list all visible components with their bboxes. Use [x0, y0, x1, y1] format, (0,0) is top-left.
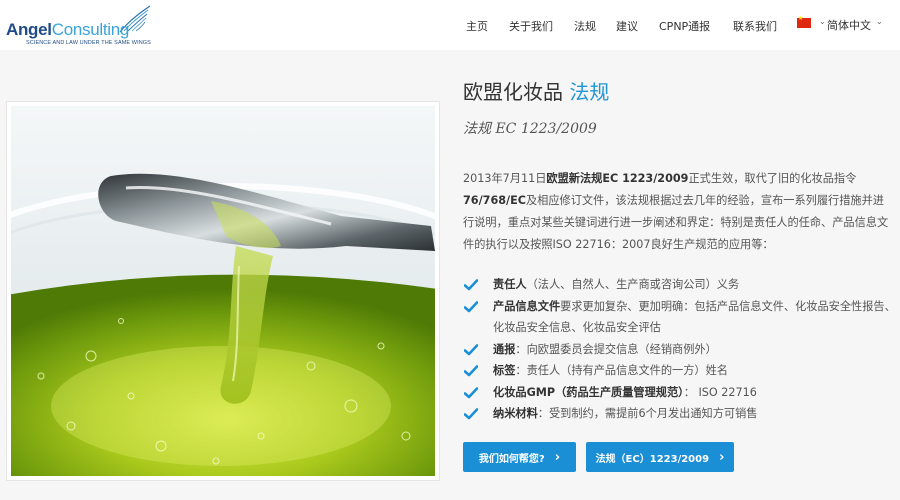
list-item: 责任人（法人、自然人、生产商或咨询公司）义务 [463, 274, 899, 296]
intro-paragraph: 2013年7月11日欧盟新法规EC 1223/2009正式生效，取代了旧的化妆品… [463, 172, 889, 251]
logo-wordmark: AngelConsulting [6, 20, 130, 39]
logo-tagline: SCIENCE AND LAW UNDER THE SAME WINGS [26, 40, 151, 46]
checkmark-icon [464, 365, 478, 377]
nav-item-regulations[interactable]: 法规 [574, 18, 596, 34]
top-bar: AngelConsulting SCIENCE AND LAW UNDER TH… [0, 0, 900, 50]
checkmark-icon [464, 408, 478, 420]
nav-item-about[interactable]: 关于我们 [509, 18, 553, 34]
key-points-list: 责任人（法人、自然人、生产商或咨询公司）义务 产品信息文件要求更加复杂、更加明确… [463, 274, 899, 425]
chevron-down-icon: ⌄ [876, 17, 883, 26]
page-subtitle: 法规 EC 1223/2009 [463, 121, 597, 137]
list-item: 化妆品GMP（药品生产质量管理规范）： ISO 22716 [463, 382, 899, 404]
button-label: 法规（EC）1223/2009 [595, 453, 710, 465]
checkmark-icon [464, 386, 478, 398]
list-item: 产品信息文件要求更加复杂、更加明确：包括产品信息文件、化妆品安全性报告、化妆品安… [463, 296, 899, 339]
list-item: 通报：向欧盟委员会提交信息（经销商例外） [463, 339, 899, 361]
hero-image-frame [6, 101, 440, 481]
chevron-right-icon: › [719, 449, 725, 465]
checkmark-icon [464, 300, 478, 312]
page-title: 欧盟化妆品 法规 [463, 80, 610, 104]
nav-item-contact[interactable]: 联系我们 [733, 18, 777, 34]
button-label: 我们如何帮您? [478, 453, 545, 465]
nav-item-advice[interactable]: 建议 [616, 18, 638, 34]
checkmark-icon [464, 343, 478, 355]
chevron-down-icon: ⌄ [819, 17, 826, 26]
how-can-we-help-button[interactable]: 我们如何帮您? › [463, 442, 576, 472]
list-item: 标签：责任人（持有产品信息文件的一方）姓名 [463, 360, 899, 382]
nav-item-cpnp[interactable]: CPNP通报 [659, 18, 710, 34]
china-flag-icon [797, 15, 811, 28]
nav-item-home[interactable]: 主页 [466, 18, 488, 34]
list-item: 纳米材料：受到制约，需提前6个月发出通知方可销售 [463, 403, 899, 425]
regulation-ec-button[interactable]: 法规（EC）1223/2009 › [586, 442, 734, 472]
cosmetic-gel-spatula-image [11, 106, 435, 476]
angel-consulting-logo[interactable]: AngelConsulting SCIENCE AND LAW UNDER TH… [6, 4, 156, 48]
checkmark-icon [464, 279, 478, 291]
chevron-right-icon: › [554, 449, 561, 465]
language-label: 简体中文 [827, 19, 871, 32]
